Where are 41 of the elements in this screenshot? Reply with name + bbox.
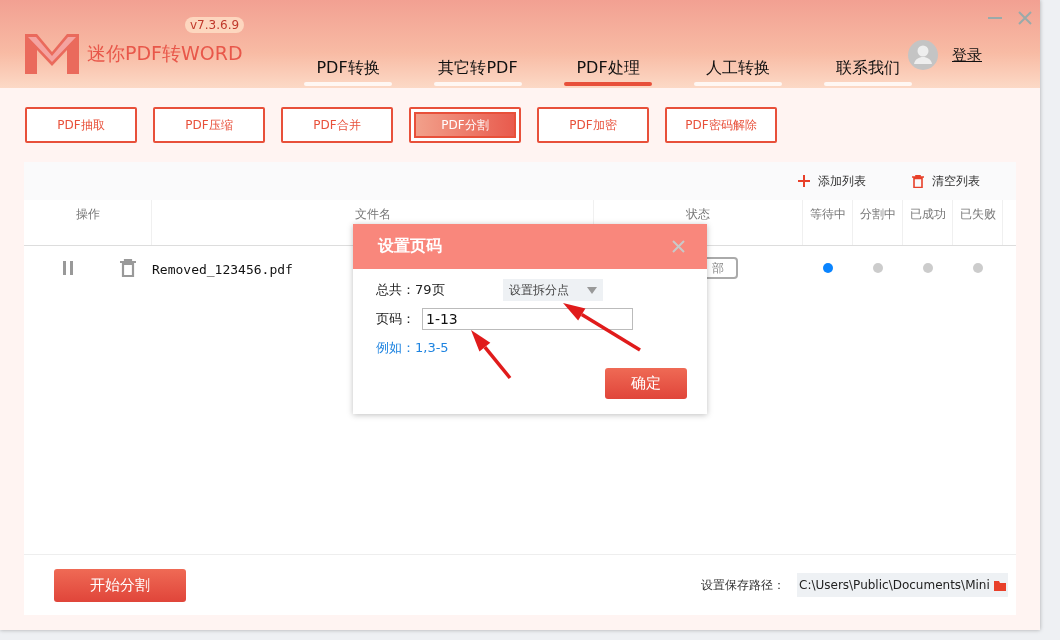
column-header: 等待中 bbox=[803, 200, 853, 245]
total-pages: 总共：79页 bbox=[376, 281, 445, 299]
close-icon[interactable] bbox=[1018, 11, 1032, 25]
plus-icon bbox=[798, 175, 810, 187]
logo-icon bbox=[25, 34, 79, 74]
tool-button[interactable]: PDF抽取 bbox=[25, 107, 137, 143]
file-name: Removed_123456.pdf bbox=[152, 261, 293, 277]
column-header: 操作 bbox=[24, 200, 152, 245]
trash-icon[interactable] bbox=[120, 259, 136, 277]
nav-tab[interactable]: 人工转换 bbox=[673, 58, 803, 88]
example-hint: 例如：1,3-5 bbox=[376, 339, 449, 357]
column-header: 分割中 bbox=[853, 200, 903, 245]
caret-icon bbox=[587, 286, 597, 294]
tool-button[interactable]: PDF加密 bbox=[537, 107, 649, 143]
tool-button[interactable]: PDF合并 bbox=[281, 107, 393, 143]
app-title: 迷你PDF转WORD bbox=[87, 41, 243, 66]
save-path-label: 设置保存路径： bbox=[701, 576, 785, 594]
column-header: 已失败 bbox=[953, 200, 1003, 245]
start-button[interactable]: 开始分割 bbox=[54, 568, 186, 602]
toolbar-button[interactable]: 清空列表 bbox=[906, 171, 986, 191]
folder-icon[interactable] bbox=[993, 579, 1006, 591]
nav-tab[interactable]: PDF转换 bbox=[283, 58, 413, 88]
column-header: 已成功 bbox=[903, 200, 953, 245]
trash-icon bbox=[912, 174, 924, 188]
page-input[interactable]: 1-13 bbox=[422, 308, 633, 330]
tool-button[interactable]: PDF密码解除 bbox=[665, 107, 777, 143]
confirm-button[interactable]: 确定 bbox=[605, 368, 687, 399]
page-label: 页码： bbox=[376, 310, 416, 328]
avatar-icon[interactable] bbox=[908, 40, 938, 70]
nav-tab[interactable]: 其它转PDF bbox=[413, 58, 543, 88]
nav-tab[interactable]: 联系我们 bbox=[803, 58, 933, 88]
pause-icon[interactable] bbox=[62, 261, 74, 275]
annotation-arrow bbox=[471, 330, 512, 380]
version-label: v7.3.6.9 bbox=[185, 17, 245, 33]
toolbar-button[interactable]: 添加列表 bbox=[792, 171, 872, 191]
tool-button[interactable]: PDF压缩 bbox=[153, 107, 265, 143]
split-mode-dropdown[interactable]: 设置拆分点 bbox=[503, 279, 603, 301]
close-icon[interactable] bbox=[672, 240, 685, 253]
login-link[interactable]: 登录 bbox=[952, 45, 982, 65]
nav-tab[interactable]: PDF处理 bbox=[543, 58, 673, 88]
save-path-field[interactable]: C:\Users\Public\Documents\Mini bbox=[797, 573, 1008, 597]
